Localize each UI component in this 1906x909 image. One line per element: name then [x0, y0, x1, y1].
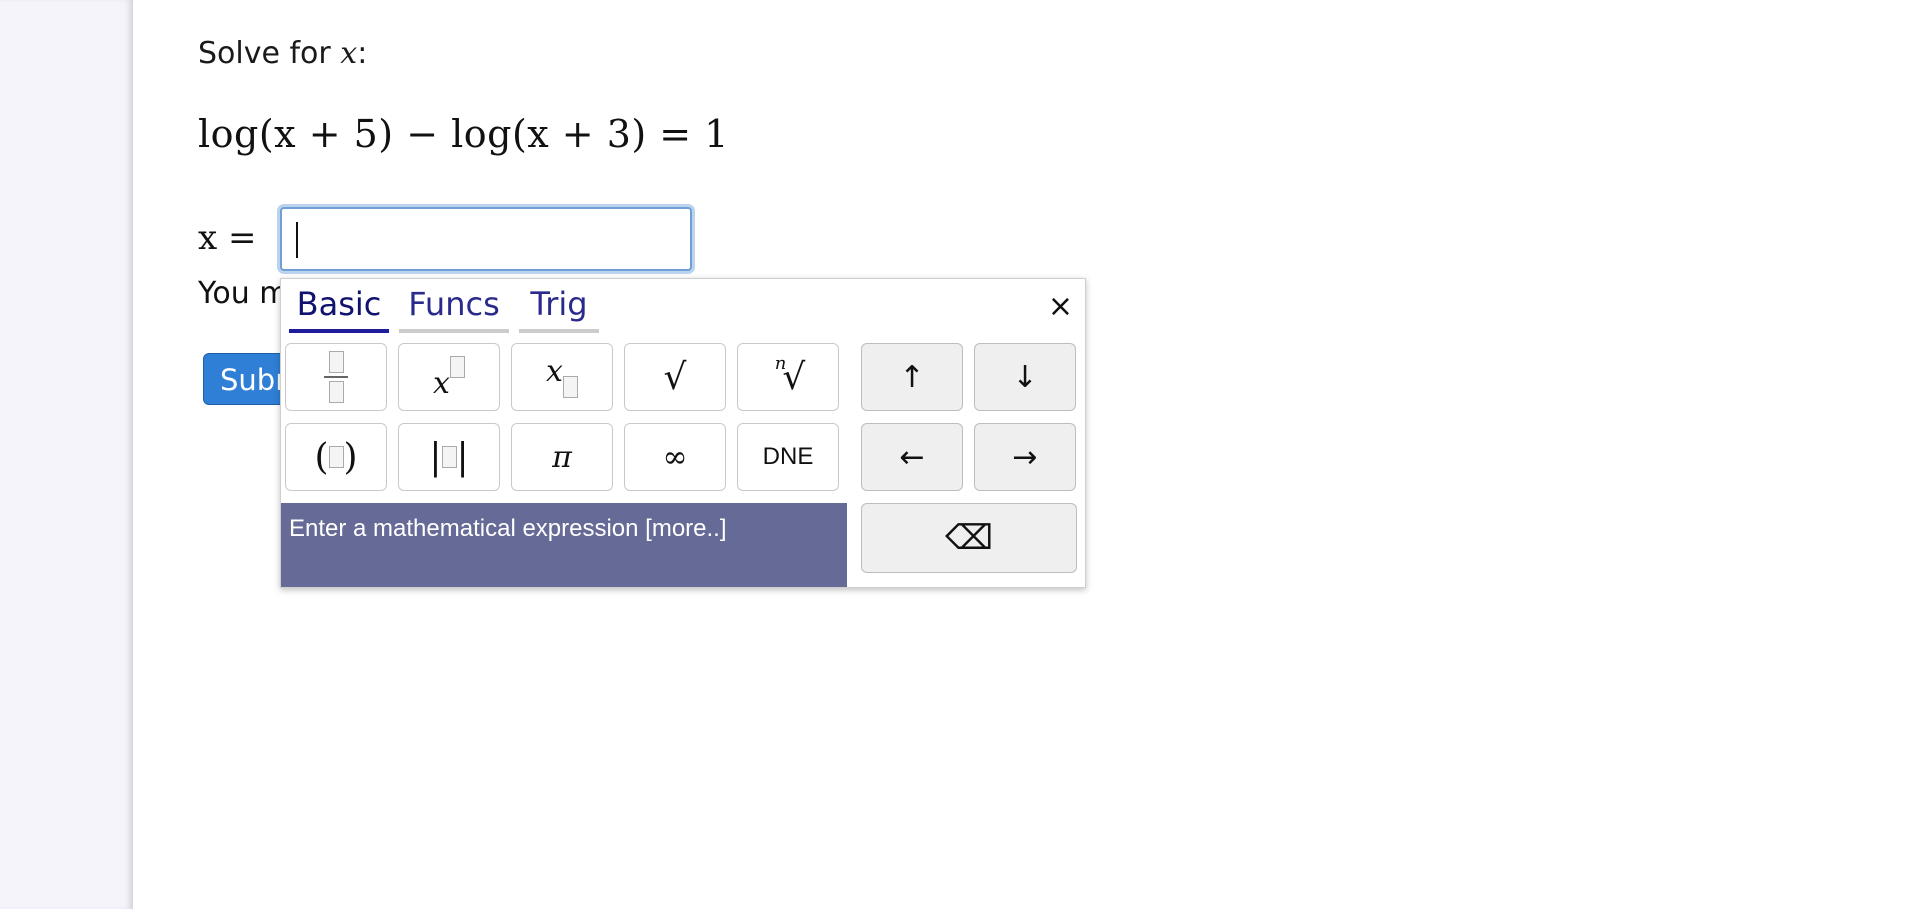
- text-caret: [296, 222, 298, 258]
- backspace-key[interactable]: ⌫: [861, 503, 1077, 573]
- sqrt-key[interactable]: √: [624, 343, 726, 411]
- subscript-key[interactable]: x: [511, 343, 613, 411]
- paren-placeholder: [328, 446, 344, 468]
- backspace-icon: ⌫: [944, 518, 994, 558]
- arrow-right-key[interactable]: →: [974, 423, 1076, 491]
- close-icon[interactable]: ×: [1048, 289, 1073, 324]
- keyboard-help[interactable]: Enter a mathematical expression [more..]: [281, 503, 847, 587]
- sqrt-icon: √: [663, 356, 687, 398]
- help-text: Enter a mathematical expression [more..]: [289, 515, 727, 542]
- infinity-key[interactable]: ∞: [624, 423, 726, 491]
- answer-input[interactable]: [280, 207, 692, 271]
- prompt-text: Solve for: [198, 36, 341, 71]
- parentheses-key[interactable]: (): [285, 423, 387, 491]
- paren-open: (: [314, 436, 329, 478]
- abs-bar-right: |: [456, 436, 469, 478]
- absolute-value-key[interactable]: | |: [398, 423, 500, 491]
- arrow-up-icon: ↑: [899, 359, 925, 395]
- arrow-right-icon: →: [1012, 439, 1038, 475]
- subscript-base: x: [546, 353, 563, 389]
- root-index: n: [774, 352, 787, 374]
- abs-placeholder: [441, 446, 457, 468]
- pi-icon: π: [552, 439, 572, 475]
- keyboard-tabs: Basic Funcs Trig: [281, 279, 1085, 333]
- arrow-left-icon: ←: [899, 439, 925, 475]
- instruction-note: You m: [198, 276, 289, 311]
- equation: log(x + 5) − log(x + 3) = 1: [198, 112, 729, 156]
- question-prompt: Solve for x:: [198, 36, 367, 71]
- subscript-placeholder: [562, 376, 578, 398]
- left-rail: [0, 0, 133, 909]
- power-base: x: [433, 365, 450, 401]
- tab-basic[interactable]: Basic: [289, 279, 389, 333]
- pi-key[interactable]: π: [511, 423, 613, 491]
- prompt-colon: :: [357, 36, 368, 71]
- prompt-variable: x: [340, 36, 358, 71]
- exponent-placeholder: [449, 356, 465, 378]
- arrow-up-key[interactable]: ↑: [861, 343, 963, 411]
- dne-label: DNE: [762, 443, 814, 470]
- fraction-key[interactable]: [285, 343, 387, 411]
- paren-close: ): [343, 436, 358, 478]
- arrow-down-icon: ↓: [1012, 359, 1038, 395]
- abs-bar-left: |: [429, 436, 442, 478]
- math-keyboard: Basic Funcs Trig × x x √ n √ ↑ ↓ () | | π …: [280, 278, 1086, 588]
- infinity-icon: ∞: [662, 439, 688, 475]
- dne-key[interactable]: DNE: [737, 423, 839, 491]
- arrow-left-key[interactable]: ←: [861, 423, 963, 491]
- tab-trig[interactable]: Trig: [519, 279, 599, 333]
- tab-funcs[interactable]: Funcs: [399, 279, 509, 333]
- answer-label: x =: [198, 218, 257, 258]
- fraction-icon: [324, 351, 348, 403]
- power-key[interactable]: x: [398, 343, 500, 411]
- arrow-down-key[interactable]: ↓: [974, 343, 1076, 411]
- nth-root-key[interactable]: n √: [737, 343, 839, 411]
